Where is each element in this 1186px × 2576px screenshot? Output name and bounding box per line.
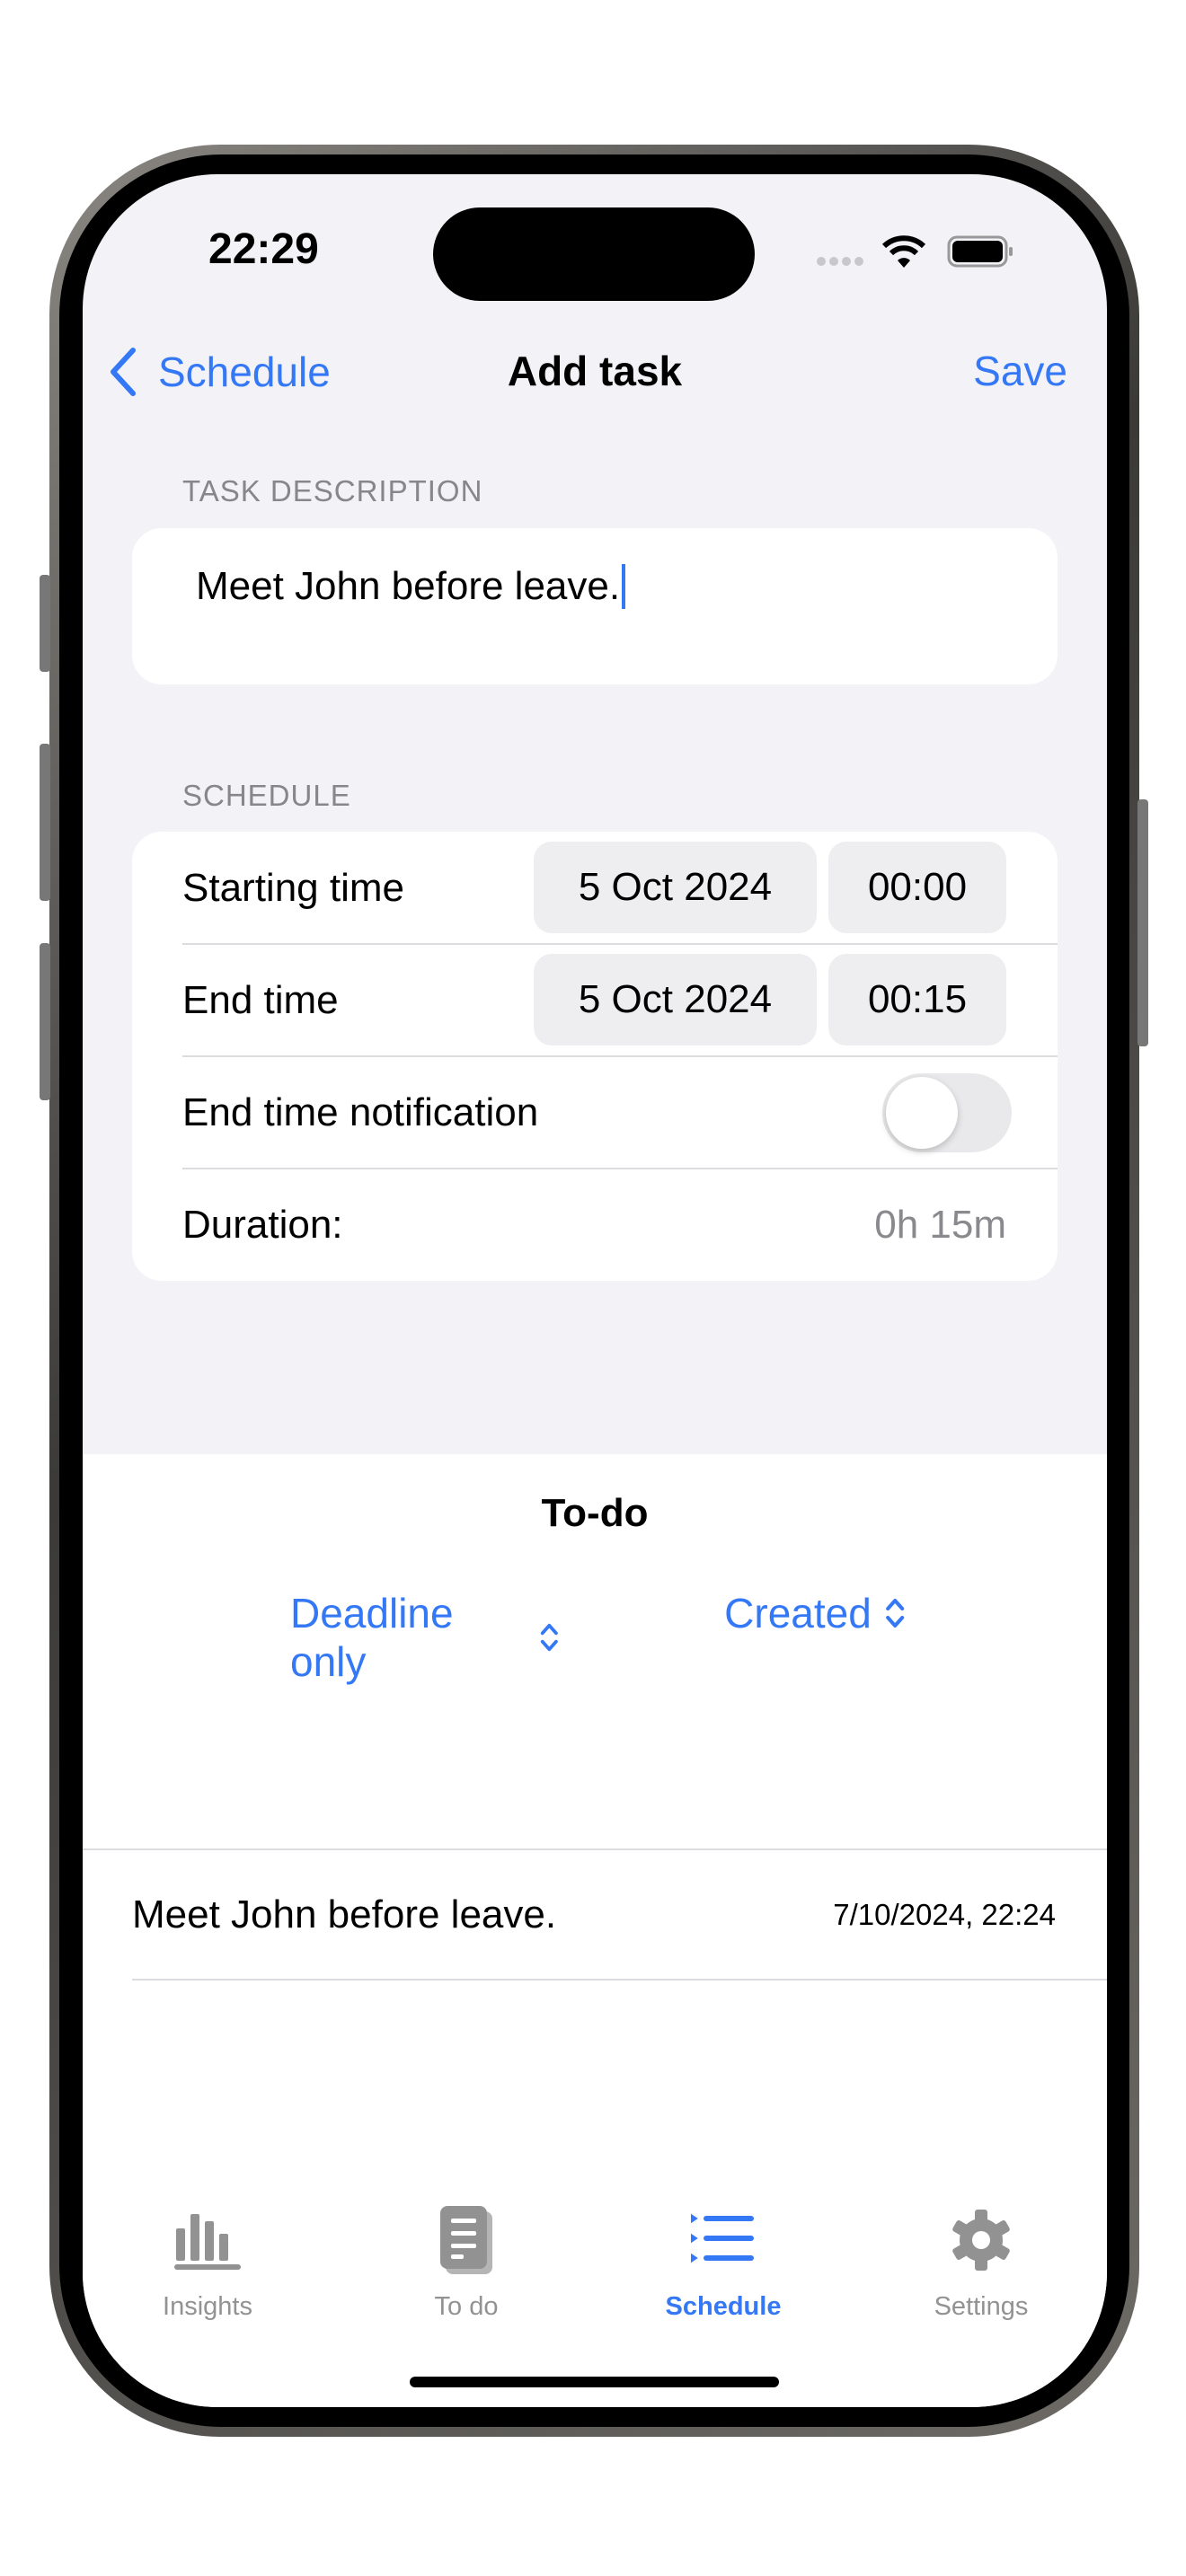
todo-list-item[interactable]: Meet John before leave. 7/10/2024, 22:24 [132,1850,1107,1981]
chevron-up-down-icon [885,1599,904,1628]
notification-label: End time notification [182,1090,539,1134]
todo-item-date: 7/10/2024, 22:24 [833,1897,1056,1931]
sort-menu[interactable]: Created [724,1589,906,1637]
tab-to-do[interactable]: To do [376,2204,556,2322]
tab-label: To do [434,2292,499,2321]
home-indicator[interactable] [410,2377,779,2387]
todo-title: To-do [541,1491,649,1535]
toggle-knob [886,1077,958,1149]
save-button[interactable]: Save [973,347,1067,395]
sort-label: Created [724,1590,872,1636]
chevron-left-icon [111,348,136,396]
tab-insights[interactable]: Insights [118,2204,297,2322]
status-time: 22:29 [208,225,319,273]
duration-row: Duration: 0h 15m [132,1169,1058,1281]
schedule-section-label: SCHEDULE [182,779,351,812]
end-date-picker[interactable]: 5 Oct 2024 [534,954,817,1045]
screen: 22:29 Schedule Add task Save TASK DESCRI… [83,174,1107,2407]
end-time-picker[interactable]: 00:15 [828,954,1006,1045]
back-label: Schedule [158,348,331,395]
tab-label: Settings [934,2292,1029,2321]
end-time-label: End time [182,977,339,1022]
task-description-input[interactable]: Meet John before leave. [132,528,1058,684]
gear-icon [952,2210,1010,2271]
tab-label: Schedule [665,2292,782,2321]
chevron-up-down-icon [541,1623,559,1652]
volume-up-button [40,744,50,901]
tab-settings[interactable]: Settings [891,2204,1071,2322]
notification-toggle[interactable] [882,1073,1012,1152]
back-button[interactable]: Schedule [108,347,331,397]
filter-label: Deadline only [290,1590,454,1685]
starting-time-row: Starting time 5 Oct 2024 00:00 [132,832,1058,944]
tab-schedule[interactable]: Schedule [633,2204,813,2322]
todo-item-text: Meet John before leave. [132,1892,557,1936]
task-description-label: TASK DESCRIPTION [182,474,483,507]
notification-row: End time notification [132,1056,1058,1169]
task-description-text: Meet John before leave. [196,564,626,609]
starting-date-picker[interactable]: 5 Oct 2024 [534,842,817,933]
starting-time-label: Starting time [182,865,404,910]
list-bullet-icon [691,2213,754,2263]
document-icon [440,2206,492,2274]
tab-label: Insights [163,2292,252,2321]
duration-value: 0h 15m [874,1202,1006,1247]
wifi-icon [882,235,925,268]
power-button [1137,799,1148,1046]
schedule-card: Starting time 5 Oct 2024 00:00 End time … [132,832,1058,1281]
chart-bar-icon [174,2214,241,2270]
end-time-row: End time 5 Oct 2024 00:15 [132,944,1058,1056]
volume-down-button [40,943,50,1100]
cellular-signal-icon [817,257,863,266]
duration-label: Duration: [182,1202,343,1247]
action-button [40,575,50,672]
starting-time-picker[interactable]: 00:00 [828,842,1006,933]
battery-icon [947,235,1013,268]
dynamic-island [433,207,755,301]
filter-menu[interactable]: Deadline only [290,1589,560,1686]
